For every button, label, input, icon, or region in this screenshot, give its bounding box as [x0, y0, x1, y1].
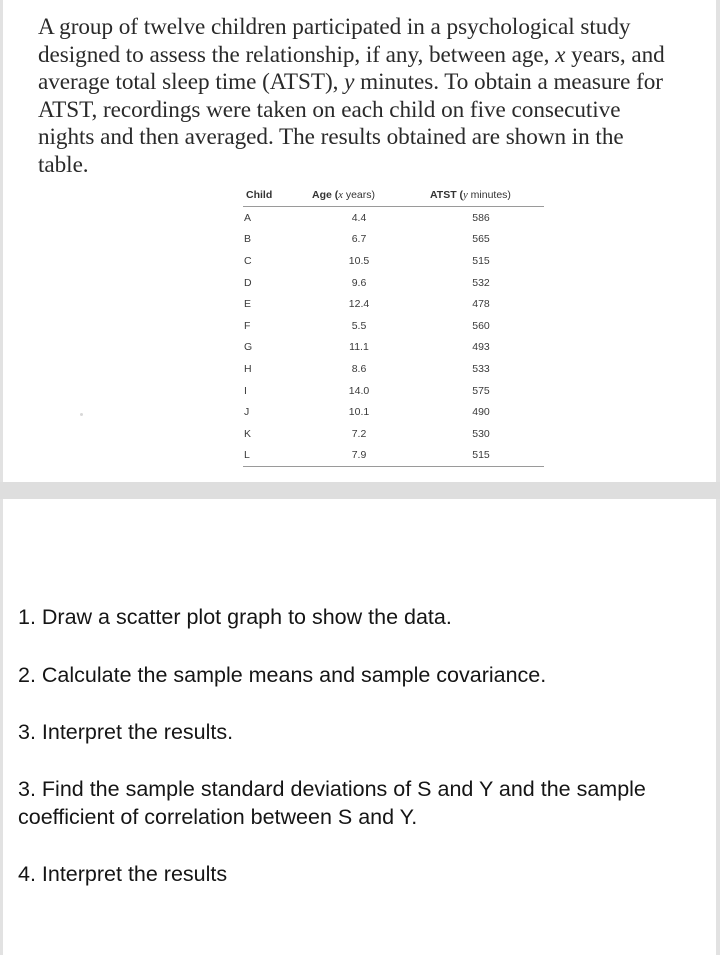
cell-child: A: [244, 211, 252, 224]
cell-age: 11.1: [349, 341, 369, 354]
cell-child: L: [243, 444, 312, 468]
cell-atst: 490: [472, 406, 490, 419]
cell-atst: 493: [472, 341, 490, 354]
table-header-row: Child Age (x years) ATST (y minutes): [243, 185, 544, 207]
cell-age: 7.2: [351, 427, 367, 440]
cell-age: 10.1: [348, 406, 370, 419]
question-4: 4. Interpret the results: [18, 862, 228, 886]
table-row: H 8.6 533: [243, 358, 544, 380]
question-3: 3. Interpret the results.: [18, 720, 234, 744]
cell-age: 4.4: [351, 211, 367, 224]
cell-atst: 532: [472, 276, 490, 289]
cell-age: 14.0: [348, 384, 370, 397]
cell-child: G: [244, 341, 253, 354]
question-1: 1. Draw a scatter plot graph to show the…: [18, 605, 452, 629]
cell-child: F: [244, 319, 251, 332]
cell-atst: 560: [472, 319, 490, 332]
header-child: Child: [243, 185, 312, 207]
data-table: Child Age (x years) ATST (y minutes) A 4.…: [243, 185, 544, 468]
section-divider: [0, 482, 720, 499]
table-row: C 10.5 515: [243, 250, 544, 272]
page-border-right: [716, 0, 720, 955]
table-row: G 11.1 493: [243, 337, 544, 359]
cell-age: 12.4: [348, 298, 370, 311]
table-row: E 12.4 478: [243, 293, 544, 315]
intro-text: A group of twelve children participated …: [38, 14, 631, 68]
cell-atst: 575: [472, 384, 490, 397]
cell-child: D: [244, 276, 252, 289]
cell-atst: 530: [472, 427, 490, 440]
cell-atst: 533: [472, 362, 490, 375]
header-age-label: Age (: [312, 189, 339, 201]
cell-age: 9.6: [351, 276, 367, 289]
cell-atst: 515: [430, 444, 544, 468]
table-row: D 9.6 532: [243, 272, 544, 294]
question-2: 2. Calculate the sample means and sample…: [18, 663, 547, 687]
table-row: K 7.2 530: [243, 423, 544, 445]
cell-child: J: [244, 406, 250, 419]
cell-age: 7.9: [312, 444, 430, 468]
cell-age: 8.6: [351, 362, 367, 375]
table-row: I 14.0 575: [243, 380, 544, 402]
question-3b: 3. Find the sample standard deviations o…: [18, 777, 646, 829]
table-row: F 5.5 560: [243, 315, 544, 337]
speck: [80, 413, 83, 416]
cell-age: 10.5: [348, 254, 370, 267]
cell-atst: 586: [472, 211, 490, 224]
cell-child: K: [244, 427, 252, 440]
cell-age: 5.5: [351, 319, 367, 332]
cell-age: 6.7: [351, 233, 367, 246]
variable-y: y: [344, 69, 355, 96]
table-row: B 6.7 565: [243, 229, 544, 251]
header-atst-unit: minutes): [467, 189, 511, 201]
cell-atst: 515: [472, 254, 490, 267]
table-row: L 7.9 515: [243, 444, 544, 468]
table-row: A 4.4 586: [243, 207, 544, 229]
variable-x: x: [555, 41, 566, 68]
cell-atst: 478: [472, 298, 490, 311]
table-row: J 10.1 490: [243, 401, 544, 423]
header-atst: ATST (y minutes): [430, 185, 544, 207]
cell-child: I: [244, 384, 247, 397]
cell-child: H: [244, 362, 252, 375]
header-atst-label: ATST (: [430, 189, 464, 201]
cell-atst: 565: [472, 233, 490, 246]
cell-child: E: [244, 298, 252, 311]
header-age-unit: years): [342, 189, 376, 201]
problem-statement: A group of twelve children participated …: [38, 14, 678, 180]
cell-child: C: [244, 254, 252, 267]
table-body: A 4.4 586 B 6.7 565 C 10.5 515 D 9.6 532 E 12.4 478 F 5.…: [243, 207, 544, 468]
header-age: Age (x years): [312, 185, 430, 207]
cell-child: B: [244, 233, 252, 246]
